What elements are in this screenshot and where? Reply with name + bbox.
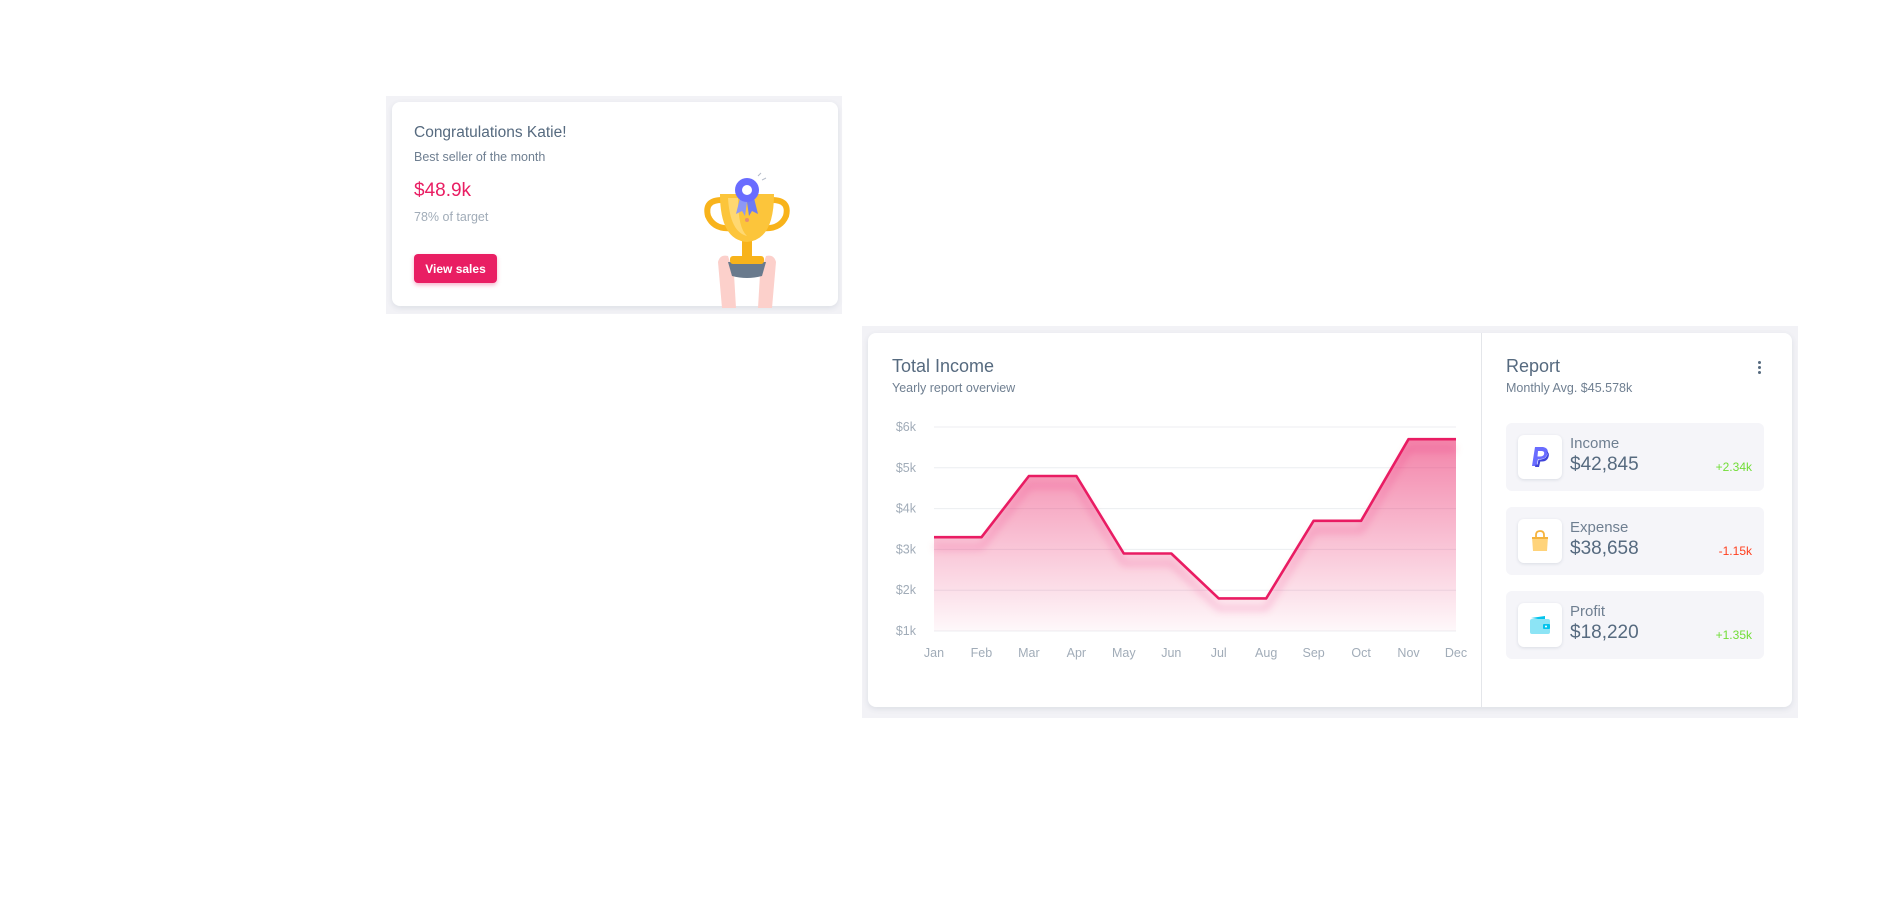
view-sales-button[interactable]: View sales — [414, 254, 497, 283]
report-item-value: $42,845 — [1570, 454, 1639, 475]
y-tick-label: $2k — [896, 583, 917, 597]
report-item-label: Expense — [1570, 519, 1629, 536]
x-tick-label: Oct — [1351, 646, 1371, 660]
x-tick-label: Aug — [1255, 646, 1277, 660]
trophy-icon — [704, 172, 790, 308]
report-title: Report — [1506, 356, 1561, 376]
shopping-bag-icon — [1518, 519, 1562, 563]
target-percent: 78% of target — [414, 210, 489, 224]
report-item-delta: +2.34k — [1715, 460, 1752, 474]
report-item-label: Profit — [1570, 603, 1606, 620]
y-tick-label: $6k — [896, 420, 917, 434]
report-item-income: Income $42,845 +2.34k — [1506, 423, 1764, 491]
x-tick-label: Sep — [1303, 646, 1325, 660]
x-tick-label: May — [1112, 646, 1136, 660]
y-tick-label: $1k — [896, 624, 917, 638]
x-tick-label: Apr — [1067, 646, 1086, 660]
income-subtitle: Yearly report overview — [892, 381, 1016, 395]
y-tick-label: $4k — [896, 502, 917, 516]
report-item-delta: +1.35k — [1715, 628, 1752, 642]
x-tick-label: Nov — [1397, 646, 1420, 660]
report-item-value: $18,220 — [1570, 622, 1639, 643]
congrats-subtitle: Best seller of the month — [414, 150, 546, 164]
x-tick-label: Mar — [1018, 646, 1040, 660]
report-item-label: Income — [1570, 435, 1620, 452]
x-tick-label: Dec — [1445, 646, 1467, 660]
sales-amount: $48.9k — [414, 180, 472, 201]
report-item-delta: -1.15k — [1718, 544, 1752, 558]
report-item-value: $38,658 — [1570, 538, 1639, 559]
income-title: Total Income — [892, 356, 995, 376]
x-tick-label: Jun — [1161, 646, 1181, 660]
report-item-expense: Expense $38,658 -1.15k — [1506, 507, 1764, 575]
x-tick-label: Feb — [971, 646, 993, 660]
y-tick-label: $5k — [896, 461, 917, 475]
wallet-icon — [1518, 603, 1562, 647]
x-tick-label: Jan — [924, 646, 944, 660]
x-tick-label: Jul — [1211, 646, 1227, 660]
income-line-chart: $1k $2k $3k $4k $5k $6k Jan Feb Mar Apr May Jun Jul… — [896, 420, 1467, 660]
paypal-icon — [1518, 435, 1562, 479]
report-subtitle: Monthly Avg. $45.578k — [1506, 381, 1633, 395]
congrats-title: Congratulations Katie! — [414, 124, 567, 141]
report-item-profit: Profit $18,220 +1.35k — [1506, 591, 1764, 659]
congrats-card: Congratulations Katie! Best seller of th… — [392, 102, 838, 308]
total-income-card: Total Income Yearly report overview $1k $… — [868, 333, 1792, 707]
more-options-icon[interactable] — [1752, 361, 1766, 381]
card-divider — [1481, 333, 1482, 707]
y-tick-label: $3k — [896, 542, 917, 556]
